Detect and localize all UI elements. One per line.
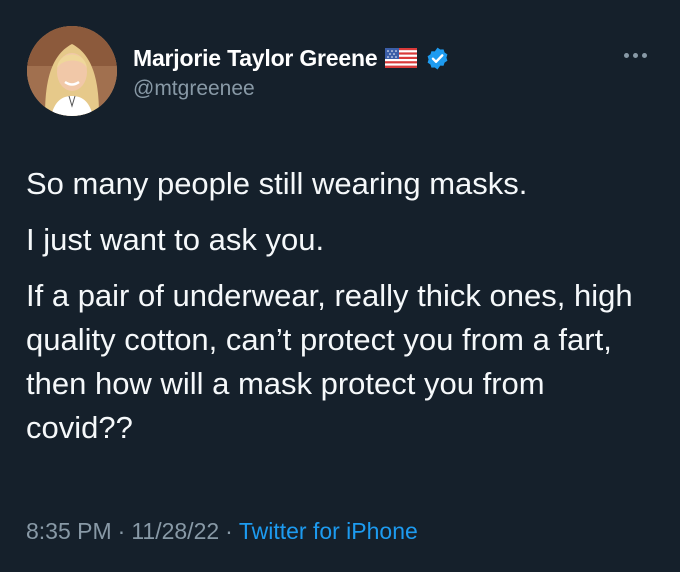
more-options-icon[interactable] <box>624 50 650 60</box>
tweet-metadata: 8:35 PM · 11/28/22 · Twitter for iPhone <box>26 516 418 546</box>
tweet-card: Marjorie Taylor Greene @mtgreenee So man… <box>0 0 680 572</box>
tweet-date[interactable]: 11/28/22 <box>131 518 219 545</box>
verified-icon <box>425 46 450 71</box>
us-flag-icon <box>385 48 418 68</box>
author-handle[interactable]: @mtgreenee <box>133 77 255 101</box>
tweet-paragraph: If a pair of underwear, really thick one… <box>26 278 633 445</box>
meta-separator: · <box>117 517 126 544</box>
tweet-source[interactable]: Twitter for iPhone <box>239 518 418 545</box>
display-name[interactable]: Marjorie Taylor Greene <box>133 45 378 72</box>
author-name-row[interactable]: Marjorie Taylor Greene <box>133 43 450 73</box>
tweet-paragraph: I just want to ask you. <box>26 222 325 257</box>
meta-separator: · <box>225 517 233 544</box>
tweet-text: So many people still wearing masks. I ju… <box>26 162 656 462</box>
tweet-time[interactable]: 8:35 PM <box>26 518 112 545</box>
avatar[interactable] <box>27 26 117 116</box>
tweet-paragraph: So many people still wearing masks. <box>26 166 528 201</box>
